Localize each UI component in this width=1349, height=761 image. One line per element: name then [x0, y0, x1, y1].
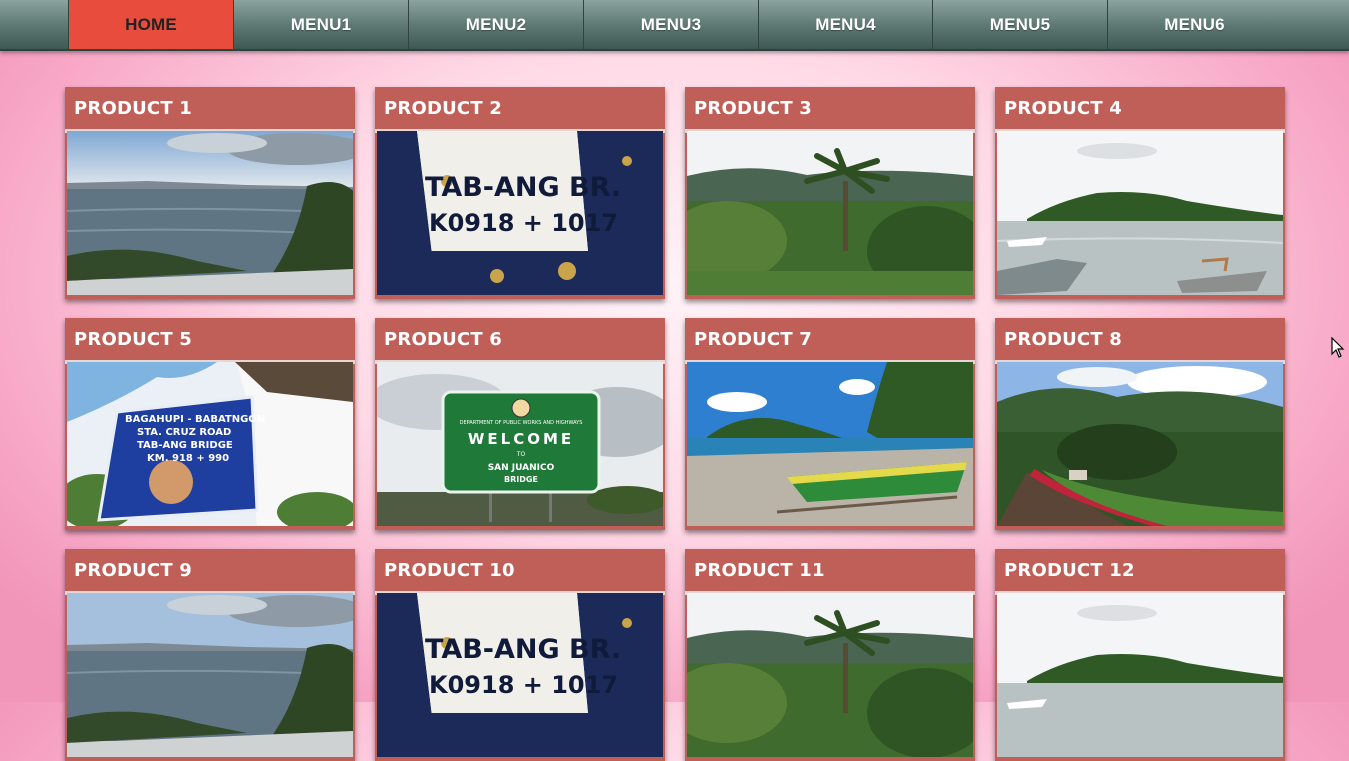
product-photo-palm-jungle[interactable] — [687, 131, 973, 295]
product-title: PRODUCT 5 — [65, 318, 355, 364]
welcome-to-text: TO — [516, 451, 526, 458]
product-title: PRODUCT 9 — [65, 549, 355, 595]
product-card-7[interactable]: PRODUCT 7 — [685, 318, 975, 530]
product-photo-island-bay[interactable] — [997, 131, 1283, 295]
nav-menu4[interactable]: MENU4 — [758, 0, 932, 49]
nav-menu5[interactable]: MENU5 — [932, 0, 1107, 49]
nav-home[interactable]: HOME — [68, 0, 233, 49]
product-title: PRODUCT 11 — [685, 549, 975, 595]
product-card-2[interactable]: PRODUCT 2 TAB-ANG BR. K0918 + 1017 — [375, 87, 665, 299]
product-photo-bridge-marker[interactable]: TAB-ANG BR. K0918 + 1017 — [377, 593, 663, 757]
product-card-6[interactable]: PRODUCT 6 DEPARTMENT OF PUBLIC WORKS AND… — [375, 318, 665, 530]
island-bay-image — [997, 593, 1283, 757]
welcome-place-2: BRIDGE — [504, 475, 538, 484]
beach-boats-image — [687, 362, 973, 526]
product-card-10[interactable]: PRODUCT 10 TAB-ANG BR. K0918 + 1017 — [375, 549, 665, 761]
product-photo-beach-boats[interactable] — [687, 362, 973, 526]
product-photo-sea-view[interactable] — [67, 593, 353, 757]
island-bay-image — [997, 131, 1283, 295]
product-card-9[interactable]: PRODUCT 9 — [65, 549, 355, 761]
bridge-marker-image: TAB-ANG BR. K0918 + 1017 — [377, 593, 663, 757]
product-photo-palm-jungle[interactable] — [687, 593, 973, 757]
road-sign-line-3: TAB-ANG BRIDGE — [137, 440, 233, 451]
bridge-text-1: TAB-ANG BR. — [425, 634, 621, 665]
welcome-text: WELCOME — [468, 430, 574, 448]
product-title: PRODUCT 4 — [995, 87, 1285, 133]
product-photo-hill-garden[interactable] — [997, 362, 1283, 526]
product-card-1[interactable]: PRODUCT 1 — [65, 87, 355, 299]
product-card-5[interactable]: PRODUCT 5 BAGAHUPI - BABATNGON STA. CRUZ… — [65, 318, 355, 530]
welcome-place-1: SAN JUANICO — [488, 463, 555, 473]
bridge-text-2: K0918 + 1017 — [429, 671, 618, 699]
product-title: PRODUCT 3 — [685, 87, 975, 133]
product-photo-bridge-marker[interactable]: TAB-ANG BR. K0918 + 1017 — [377, 131, 663, 295]
product-card-12[interactable]: PRODUCT 12 — [995, 549, 1285, 761]
product-title: PRODUCT 2 — [375, 87, 665, 133]
sea-view-image — [67, 593, 353, 757]
product-card-3[interactable]: PRODUCT 3 — [685, 87, 975, 299]
welcome-dept-text: DEPARTMENT OF PUBLIC WORKS AND HIGHWAYS — [460, 420, 583, 426]
product-title: PRODUCT 7 — [685, 318, 975, 364]
palm-jungle-image — [687, 131, 973, 295]
nav-menu3[interactable]: MENU3 — [583, 0, 758, 49]
road-sign-line-1: BAGAHUPI - BABATNGON — [125, 414, 265, 425]
product-title: PRODUCT 8 — [995, 318, 1285, 364]
nav-menu2[interactable]: MENU2 — [408, 0, 583, 49]
product-title: PRODUCT 1 — [65, 87, 355, 133]
road-sign-line-4: KM. 918 + 990 — [147, 453, 229, 464]
palm-jungle-image — [687, 593, 973, 757]
nav-menu1[interactable]: MENU1 — [233, 0, 408, 49]
road-sign-image: BAGAHUPI - BABATNGON STA. CRUZ ROAD TAB-… — [67, 362, 353, 526]
bridge-text-1: TAB-ANG BR. — [425, 172, 621, 203]
product-title: PRODUCT 12 — [995, 549, 1285, 595]
hill-garden-image — [997, 362, 1283, 526]
nav-menu6[interactable]: MENU6 — [1107, 0, 1281, 49]
product-photo-road-sign[interactable]: BAGAHUPI - BABATNGON STA. CRUZ ROAD TAB-… — [67, 362, 353, 526]
product-title: PRODUCT 10 — [375, 549, 665, 595]
product-card-8[interactable]: PRODUCT 8 — [995, 318, 1285, 530]
product-card-11[interactable]: PRODUCT 11 — [685, 549, 975, 761]
product-photo-welcome-sign[interactable]: DEPARTMENT OF PUBLIC WORKS AND HIGHWAYS … — [377, 362, 663, 526]
bridge-marker-image: TAB-ANG BR. K0918 + 1017 — [377, 131, 663, 295]
bridge-text-2: K0918 + 1017 — [429, 209, 618, 237]
sea-view-image — [67, 131, 353, 295]
product-title: PRODUCT 6 — [375, 318, 665, 364]
road-sign-line-2: STA. CRUZ ROAD — [137, 427, 231, 438]
welcome-sign-image: DEPARTMENT OF PUBLIC WORKS AND HIGHWAYS … — [377, 362, 663, 526]
main-navbar: HOME MENU1 MENU2 MENU3 MENU4 MENU5 MENU6 — [0, 0, 1349, 51]
product-card-4[interactable]: PRODUCT 4 — [995, 87, 1285, 299]
product-photo-island-bay[interactable] — [997, 593, 1283, 757]
mouse-cursor-icon — [1331, 337, 1345, 358]
product-photo-sea-view[interactable] — [67, 131, 353, 295]
